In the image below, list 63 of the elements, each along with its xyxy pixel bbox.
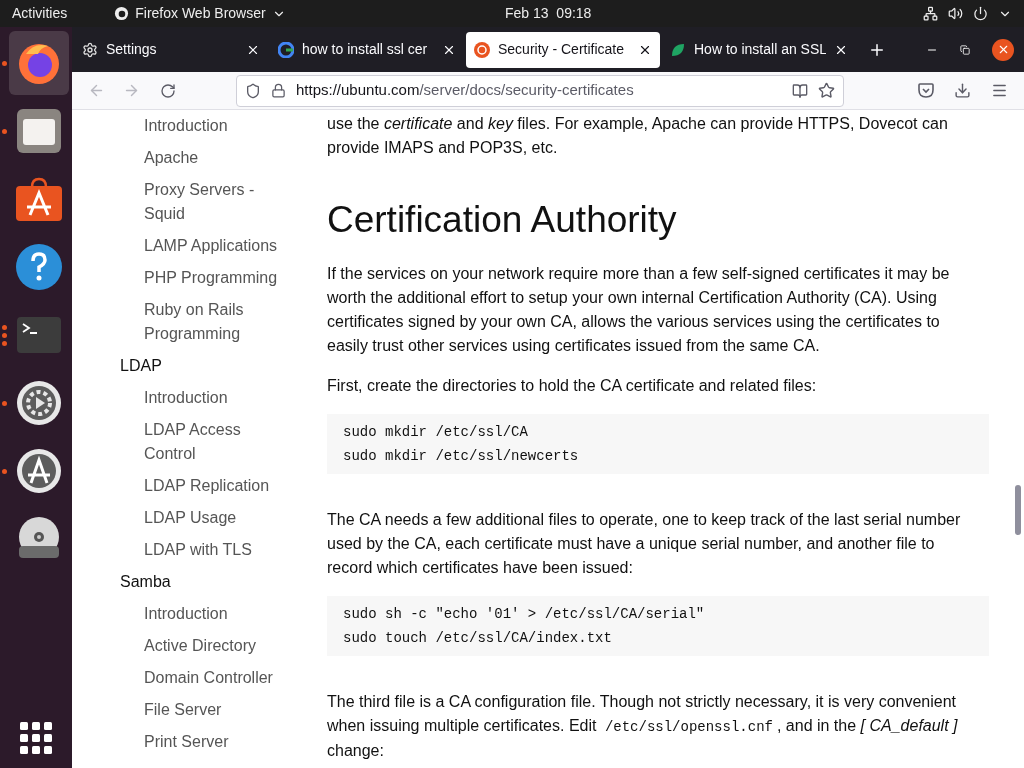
activities-button[interactable]: Activities [12,3,68,24]
folder-icon [17,109,61,153]
browser-tab[interactable]: Settings [74,31,268,68]
bookmark-star-icon[interactable] [818,82,835,99]
section-heading: Certification Authority [327,198,678,242]
app-grid-icon[interactable] [20,722,52,754]
sidebar-link[interactable]: LDAP Access Control [144,418,286,466]
paragraph: If the services on your network require more than a few self-signed certificates it may be worth the additional effort to setup your own internal Certification Authority (CA). Using certificates signed by your own CA, allows the various services using the certificates to easily trust other services using certificates issued from the same CA. [327,264,951,356]
shopping-bag-icon [16,177,62,221]
help-icon [16,244,62,290]
sidebar-link[interactable]: Print Server [144,730,286,754]
paragraph: use the certificate and key files. For example, Apache can provide HTTPS, Dovecot can provide IMAPS and POP3S, etc. [327,114,949,158]
paragraph: The third file is a CA configuration file. Though not strictly necessary, it is very convenient when issuing multiple certificates. Edit /etc/ssl/openssl.cnf , and in the [ CA_default ] change: [327,692,959,761]
lock-icon [271,83,286,98]
sidebar-link[interactable]: Ruby on Rails Programming [144,298,286,346]
sidebar-link[interactable]: Introduction [144,602,286,626]
sidebar-link[interactable]: LDAP with TLS [144,538,286,562]
restore-icon[interactable] [960,44,970,55]
browser-tab[interactable]: Security - Certificate [466,31,660,68]
network-icon[interactable] [923,6,938,21]
menu-icon[interactable] [991,82,1008,99]
close-button[interactable] [992,38,1014,61]
sidebar-link[interactable]: PHP Programming [144,266,286,290]
clock[interactable]: Feb 13 09:18 [505,3,592,24]
browser-tab[interactable]: how to install ssl cer [270,31,464,68]
sidebar-link[interactable]: Apache [144,146,286,170]
tab-title: Settings [106,40,158,59]
sidebar-link[interactable]: LDAP Replication [144,474,286,498]
terminal-icon [17,317,61,353]
gear-icon [82,41,98,58]
leaf-icon [670,41,686,58]
power-icon[interactable] [973,6,988,21]
reader-view-icon[interactable] [792,82,808,99]
tab-title: how to install ssl cer [302,40,429,59]
sidebar-link[interactable]: LDAP Usage [144,506,286,530]
app-menu[interactable]: Firefox Web Browser [114,3,286,24]
pocket-icon[interactable] [918,83,934,98]
updater-icon [16,448,62,494]
downloads-icon[interactable] [954,82,971,99]
dock-app[interactable] [9,31,69,95]
tab-title: Security - Certificate [498,40,626,59]
sidebar-link[interactable]: Domain Controller [144,666,286,690]
sidebar-heading[interactable]: Samba [120,570,327,594]
code-block: sudo mkdir /etc/ssl/CA sudo mkdir /etc/ssl/newcerts [327,414,989,474]
paragraph: The CA needs a few additional files to operate, one to keep track of the last serial number used by the CA, each certificate must have a unique serial number, and another file to record which certificates have been issued: [327,510,962,578]
shield-icon [245,82,261,99]
tab-title: How to install an SSL [694,40,826,59]
sidebar-link[interactable]: LAMP Applications [144,234,286,258]
sidebar-heading[interactable]: LDAP [120,354,327,378]
address-field[interactable]: https://ubuntu.com/server/docs/security-certificates [236,74,844,107]
sidebar-link[interactable]: Introduction [144,114,286,138]
sidebar-link[interactable]: Introduction [144,386,286,410]
code-block: sudo sh -c "echo '01' > /etc/ssl/CA/serial" sudo touch /etc/ssl/CA/index.txt [327,596,989,656]
sidebar-link[interactable]: Active Directory [144,634,286,658]
gear-icon [16,380,62,426]
url-text: https://ubuntu.com/server/docs/security-certificates [296,80,635,101]
scrollbar[interactable] [1015,485,1021,535]
reload-icon[interactable] [160,82,176,99]
sidebar-link[interactable]: File Server [144,698,286,722]
sidebar-link[interactable]: Proxy Servers - Squid [144,178,286,226]
browser-tab[interactable]: How to install an SSL [662,31,856,68]
paragraph: First, create the directories to hold the CA certificate and related files: [327,376,818,396]
volume-icon[interactable] [948,6,963,21]
